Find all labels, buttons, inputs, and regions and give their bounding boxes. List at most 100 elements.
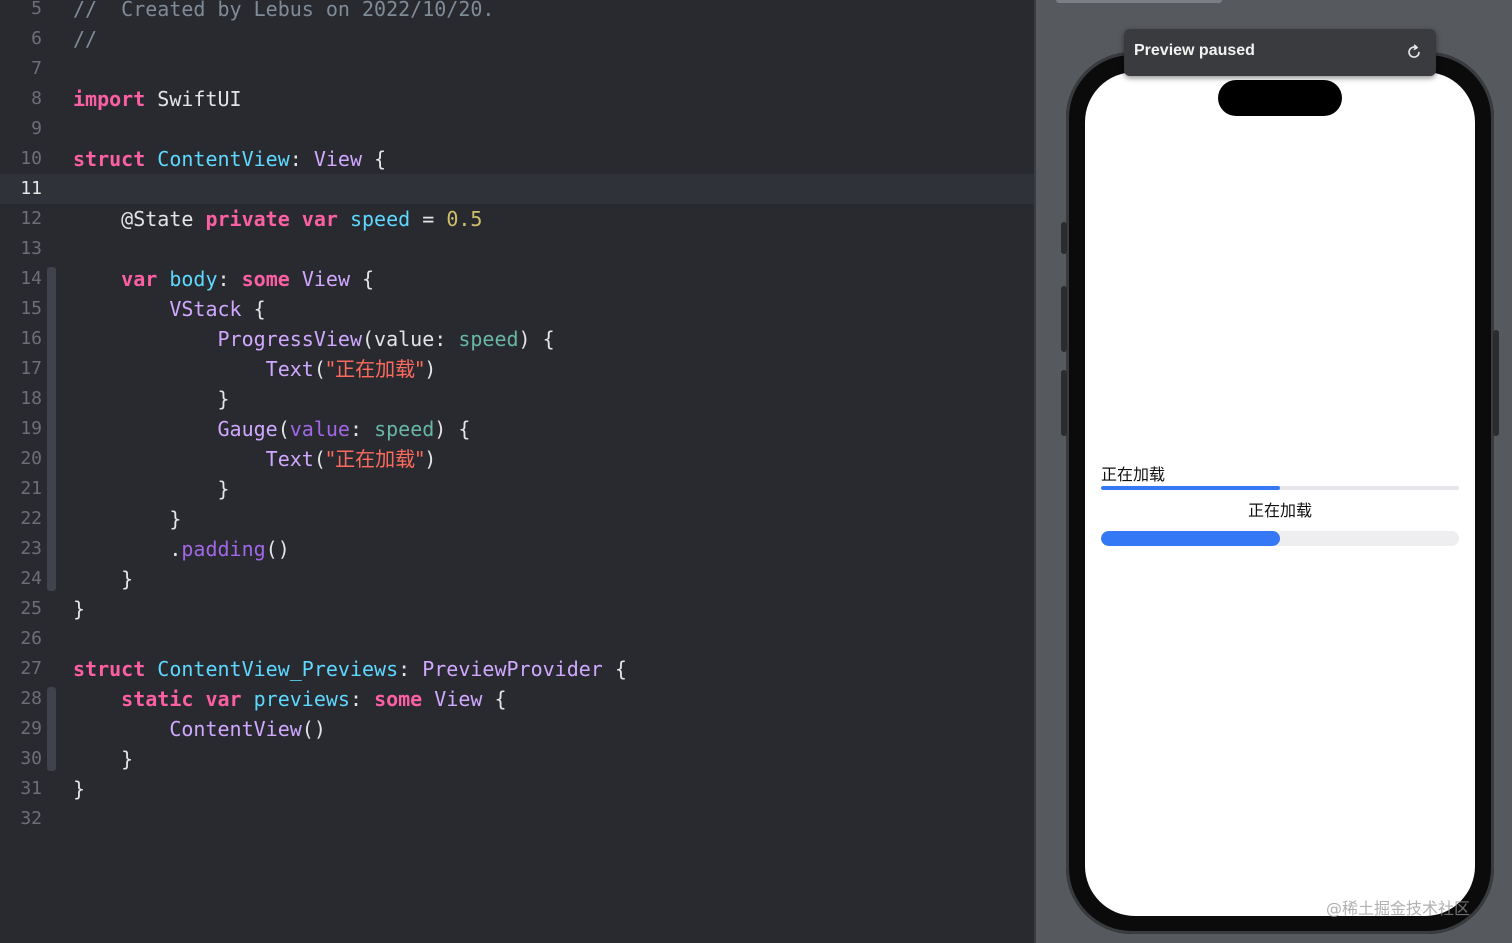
code-token: Text: [265, 447, 314, 471]
line-number: 7: [31, 58, 42, 79]
code-line[interactable]: 21 }: [0, 474, 1034, 504]
code-line[interactable]: 23 .padding(): [0, 534, 1034, 564]
code-token: var: [205, 687, 242, 711]
code-line[interactable]: 11: [0, 174, 1034, 204]
code-line[interactable]: 18 }: [0, 384, 1034, 414]
progress-view-track: [1101, 486, 1459, 490]
canvas-toolbar-tab[interactable]: [1056, 0, 1222, 3]
code-token: }: [73, 597, 86, 621]
code-line[interactable]: 12 @State private var speed = 0.5: [0, 204, 1034, 234]
code-fold-ribbon[interactable]: [47, 417, 56, 501]
code-token: (): [301, 717, 326, 741]
line-number: 17: [20, 358, 42, 379]
code-line[interactable]: 30 }: [0, 744, 1034, 774]
dynamic-island: [1218, 80, 1342, 116]
code-text: struct ContentView_Previews: PreviewProv…: [73, 654, 627, 684]
watermark: @稀土掘金技术社区: [1326, 899, 1471, 918]
device-screen: [1085, 72, 1475, 916]
code-token: View: [313, 147, 363, 171]
code-text: }: [73, 744, 133, 774]
code-line[interactable]: 17 Text("正在加载"): [0, 354, 1034, 384]
code-token: body: [169, 267, 218, 291]
line-number: 9: [31, 118, 42, 139]
code-line[interactable]: 15 VStack {: [0, 294, 1034, 324]
line-number: 28: [20, 688, 42, 709]
code-token: static: [121, 687, 194, 711]
code-token: ): [424, 357, 437, 381]
code-token: :: [289, 147, 314, 171]
code-token: }: [73, 477, 230, 501]
code-text: }: [73, 594, 85, 624]
code-line[interactable]: 10 struct ContentView: View {: [0, 144, 1034, 174]
code-token: View: [434, 687, 483, 711]
code-line[interactable]: 5 // Created by Lebus on 2022/10/20.: [0, 0, 1034, 24]
code-line[interactable]: 9: [0, 114, 1034, 144]
code-token: (value:: [362, 327, 459, 351]
code-token: }: [73, 507, 182, 531]
code-editor[interactable]: 5 // Created by Lebus on 2022/10/20. 6 // 7 8…: [0, 0, 1034, 943]
code-token: ContentView: [157, 147, 290, 171]
code-token: "正在加载": [325, 357, 425, 381]
code-token: ): [424, 447, 437, 471]
code-text: }: [73, 384, 229, 414]
code-fold-ribbon[interactable]: [47, 687, 56, 771]
code-text: .padding(): [73, 534, 290, 564]
code-token: {: [350, 267, 375, 291]
code-line[interactable]: 8 import SwiftUI: [0, 84, 1034, 114]
code-line[interactable]: 16 ProgressView(value: speed) {: [0, 324, 1034, 354]
line-number: 15: [20, 298, 42, 319]
line-number: 29: [20, 718, 42, 739]
preview-paused-banner[interactable]: Preview paused: [1124, 29, 1436, 76]
code-token: ContentView: [169, 717, 302, 741]
code-token: Text: [265, 357, 314, 381]
code-line[interactable]: 24 }: [0, 564, 1034, 594]
code-token: (): [265, 537, 290, 561]
code-token: :: [349, 687, 375, 711]
refresh-icon[interactable]: [1406, 44, 1422, 60]
code-token: // Created by Lebus on 2022/10/20.: [73, 0, 495, 21]
code-line[interactable]: 32: [0, 804, 1034, 834]
code-line[interactable]: 13: [0, 234, 1034, 264]
code-text: }: [73, 504, 181, 534]
gauge-fill: [1101, 531, 1280, 546]
code-line[interactable]: 7: [0, 54, 1034, 84]
code-text: //: [73, 24, 97, 54]
line-number: 14: [20, 268, 42, 289]
code-line[interactable]: 25}: [0, 594, 1034, 624]
code-line[interactable]: 27 struct ContentView_Previews: PreviewPr…: [0, 654, 1034, 684]
code-text: }: [73, 774, 85, 804]
code-line[interactable]: 22 }: [0, 504, 1034, 534]
code-line[interactable]: 26: [0, 624, 1034, 654]
code-line[interactable]: 14 var body: some View {: [0, 264, 1034, 294]
code-text: }: [73, 474, 230, 504]
line-number: 19: [20, 418, 42, 439]
code-line[interactable]: 6 //: [0, 24, 1034, 54]
code-token: .: [73, 537, 182, 561]
code-line[interactable]: 28 static var previews: some View {: [0, 684, 1034, 714]
code-token: import: [73, 87, 146, 111]
code-token: struct: [73, 657, 146, 681]
code-token: Gauge: [217, 417, 278, 441]
code-line[interactable]: 29 ContentView(): [0, 714, 1034, 744]
preview-paused-label: Preview paused: [1134, 42, 1255, 59]
code-text: ProgressView(value: speed) {: [73, 324, 555, 354]
code-token: }: [73, 777, 86, 801]
code-token: @State: [73, 207, 206, 231]
code-line[interactable]: 19 Gauge(value: speed) {: [0, 414, 1034, 444]
device-volume-up-button: [1061, 286, 1067, 352]
code-text: static var previews: some View {: [73, 684, 507, 714]
code-text: Gauge(value: speed) {: [73, 414, 471, 444]
code-token: ) {: [434, 417, 471, 441]
code-line[interactable]: 31}: [0, 774, 1034, 804]
line-number: 31: [20, 778, 42, 799]
code-token: {: [482, 687, 507, 711]
code-token: 0.5: [446, 207, 483, 231]
code-line[interactable]: 20 Text("正在加载"): [0, 444, 1034, 474]
code-fold-ribbon[interactable]: [47, 327, 56, 411]
